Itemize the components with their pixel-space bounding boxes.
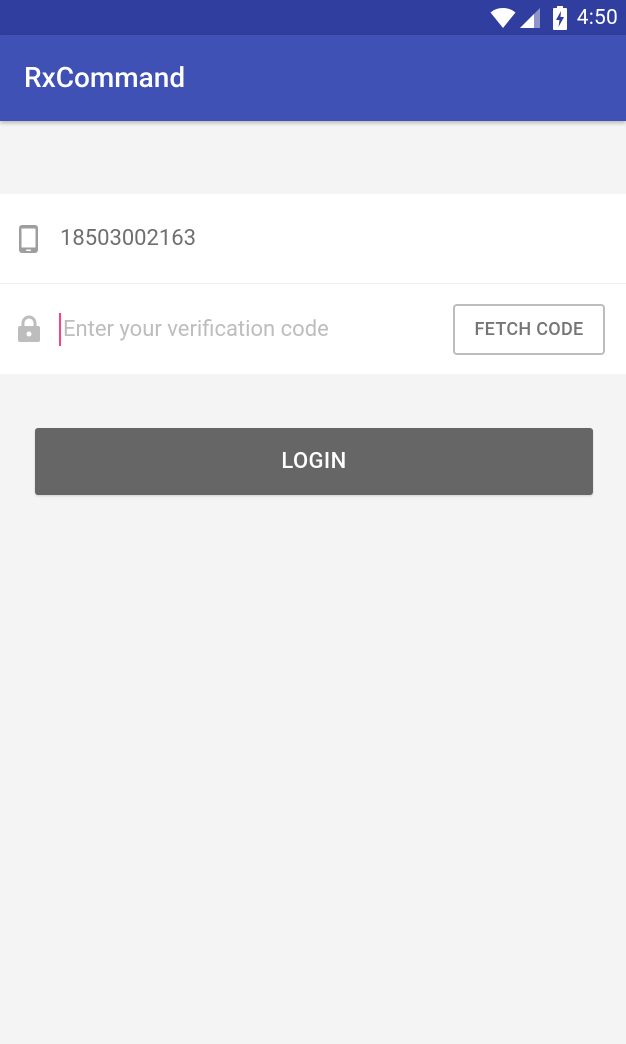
lock-icon [17,314,41,344]
verification-code-input[interactable] [59,312,433,346]
phone-row: 18503002163 [0,194,626,284]
phone-icon [17,224,41,254]
status-bar: 4:50 [0,0,626,35]
login-form: 18503002163 FETCH CODE [0,194,626,374]
verification-row: FETCH CODE [0,284,626,374]
wifi-icon [490,7,516,29]
phone-number-field[interactable]: 18503002163 [60,224,196,254]
signal-icon [519,7,541,29]
status-time: 4:50 [576,5,618,30]
fetch-code-button[interactable]: FETCH CODE [453,304,605,355]
login-button[interactable]: LOGIN [35,428,593,495]
app-title: RxCommand [24,61,186,94]
text-cursor [59,313,61,346]
status-icons: 4:50 [490,0,618,35]
battery-charging-icon [552,5,567,30]
app-bar: RxCommand [0,35,626,121]
